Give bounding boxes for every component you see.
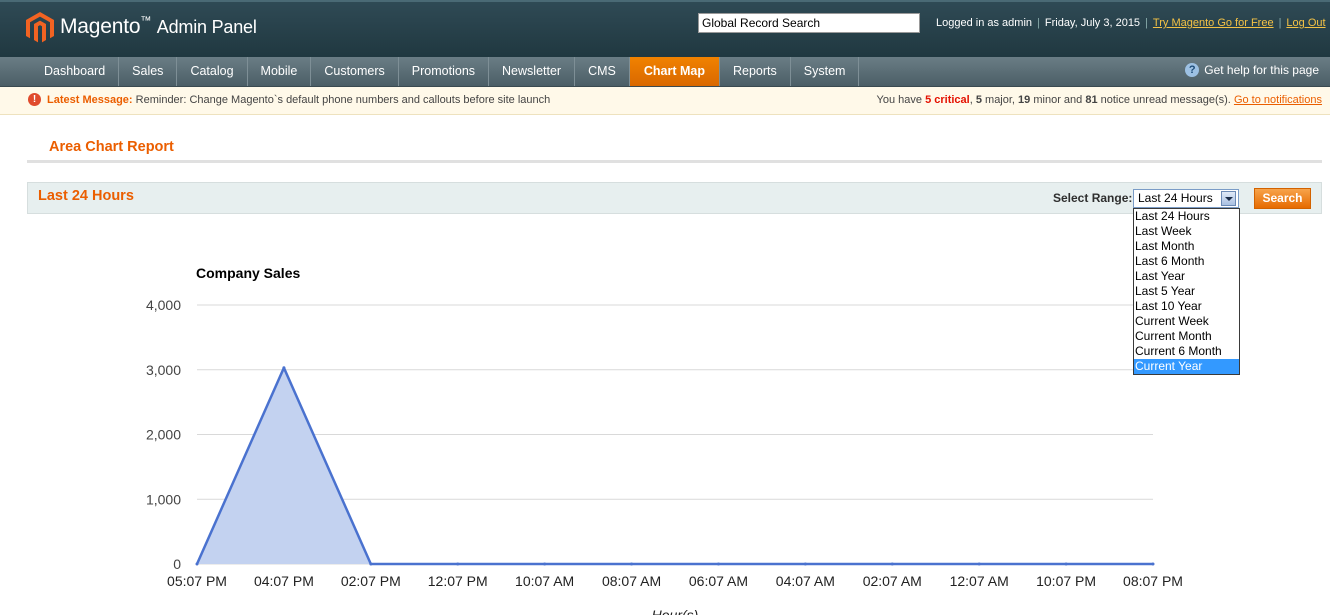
area-chart: Company Sales 0 1,000 2,000 3,000 4,000 05:0… [146,265,1183,615]
x-axis-ticks: 05:07 PM 04:07 PM 02:07 PM 12:07 PM 10:07 AM… [167,573,1183,589]
chevron-down-icon[interactable] [1221,191,1236,206]
x-axis-label: Hour(s) [652,607,699,615]
magento-logo-icon [26,12,54,43]
range-option-highlighted[interactable]: Current Year [1134,359,1239,374]
x-tick-label: 12:07 AM [950,573,1009,589]
y-tick-label: 2,000 [146,427,181,443]
critical-count: 5 critical [925,94,970,106]
nav-chart-map[interactable]: Chart Map [629,57,720,86]
x-tick-label: 12:07 PM [428,573,488,589]
y-tick-label: 1,000 [146,491,181,507]
x-tick-label: 08:07 PM [1123,573,1183,589]
y-tick-label: 3,000 [146,362,181,378]
minor-count: 19 [1018,94,1031,106]
header-date: Friday, July 3, 2015 [1044,17,1141,29]
app-logo[interactable]: Magento™ Admin Panel [60,15,257,39]
chart-title: Company Sales [196,265,300,281]
minor-text: minor and [1030,94,1086,106]
nav-reports[interactable]: Reports [720,57,791,86]
range-option[interactable]: Current Month [1134,329,1239,344]
x-tick-label: 02:07 PM [341,573,401,589]
data-point[interactable] [1064,562,1068,566]
x-tick-label: 08:07 AM [602,573,661,589]
data-point[interactable] [282,366,286,370]
range-option[interactable]: Last 24 Hours [1134,209,1239,224]
latest-message-label: Latest Message: [47,94,133,106]
go-to-notifications-link[interactable]: Go to notifications [1234,94,1322,106]
data-point[interactable] [803,562,807,566]
logo-main: Magento [60,15,141,38]
x-tick-label: 10:07 AM [515,573,574,589]
search-button[interactable]: Search [1254,188,1311,209]
range-dropdown-list: Last 24 Hours Last Week Last Month Last … [1133,208,1240,375]
latest-message: Latest Message: Reminder: Change Magento… [47,94,550,106]
x-tick-label: 02:07 AM [863,573,922,589]
data-point[interactable] [890,562,894,566]
nav-newsletter[interactable]: Newsletter [489,57,576,86]
header-links: Logged in as admin | Friday, July 3, 2015 |… [936,17,1326,29]
x-tick-label: 10:07 PM [1036,573,1096,589]
try-magento-go-link[interactable]: Try Magento Go for Free [1153,17,1274,29]
range-option[interactable]: Last Week [1134,224,1239,239]
x-tick-label: 04:07 AM [776,573,835,589]
data-point[interactable] [630,562,634,566]
area-fill [197,367,1153,564]
global-search-input[interactable] [698,13,920,33]
nav-promotions[interactable]: Promotions [399,57,490,86]
y-tick-label: 0 [173,556,181,572]
help-icon: ? [1185,63,1200,77]
data-point[interactable] [543,562,547,566]
nav-cms[interactable]: CMS [575,57,630,86]
range-option[interactable]: Last Year [1134,269,1239,284]
help-link-label: Get help for this page [1204,63,1319,77]
nav-mobile[interactable]: Mobile [248,57,312,86]
notice-count: 81 [1085,94,1098,106]
range-option[interactable]: Last 10 Year [1134,299,1239,314]
major-text: major, [981,94,1019,106]
data-point[interactable] [977,562,981,566]
nav-dashboard[interactable]: Dashboard [31,57,120,86]
range-option[interactable]: Last Month [1134,239,1239,254]
logged-in-text: Logged in as admin [936,17,1033,29]
data-point[interactable] [369,562,373,566]
y-tick-label: 4,000 [146,297,181,313]
data-point[interactable] [1151,562,1155,566]
logo-sub: Admin Panel [156,17,257,37]
range-option[interactable]: Last 6 Month [1134,254,1239,269]
notification-summary: You have 5 critical, 5 major, 19 minor a… [876,94,1322,106]
select-range-label: Select Range: [1053,191,1133,205]
notification-prefix: You have [876,94,926,106]
alert-icon: ! [28,93,41,106]
page-title: Area Chart Report [49,139,174,155]
logout-link[interactable]: Log Out [1286,17,1325,29]
nav-customers[interactable]: Customers [311,57,399,86]
x-tick-label: 04:07 PM [254,573,314,589]
range-option[interactable]: Current 6 Month [1134,344,1239,359]
range-option[interactable]: Current Week [1134,314,1239,329]
latest-message-text: Reminder: Change Magento`s default phone… [135,94,551,106]
chart-plot [195,366,1155,566]
y-axis-ticks: 0 1,000 2,000 3,000 4,000 [146,297,181,572]
x-tick-label: 05:07 PM [167,573,227,589]
report-box-title: Last 24 Hours [38,188,134,204]
data-point[interactable] [716,562,720,566]
nav-sales[interactable]: Sales [119,57,178,86]
data-point[interactable] [456,562,460,566]
help-link[interactable]: ? Get help for this page [1185,63,1319,77]
nav-system[interactable]: System [791,57,860,86]
notice-text: notice unread message(s). [1097,94,1234,106]
x-tick-label: 06:07 AM [689,573,748,589]
nav-catalog[interactable]: Catalog [177,57,248,86]
range-option[interactable]: Last 5 Year [1134,284,1239,299]
title-divider [27,160,1322,163]
data-point[interactable] [195,562,199,566]
nav-items: Dashboard Sales Catalog Mobile Customers… [31,57,860,86]
